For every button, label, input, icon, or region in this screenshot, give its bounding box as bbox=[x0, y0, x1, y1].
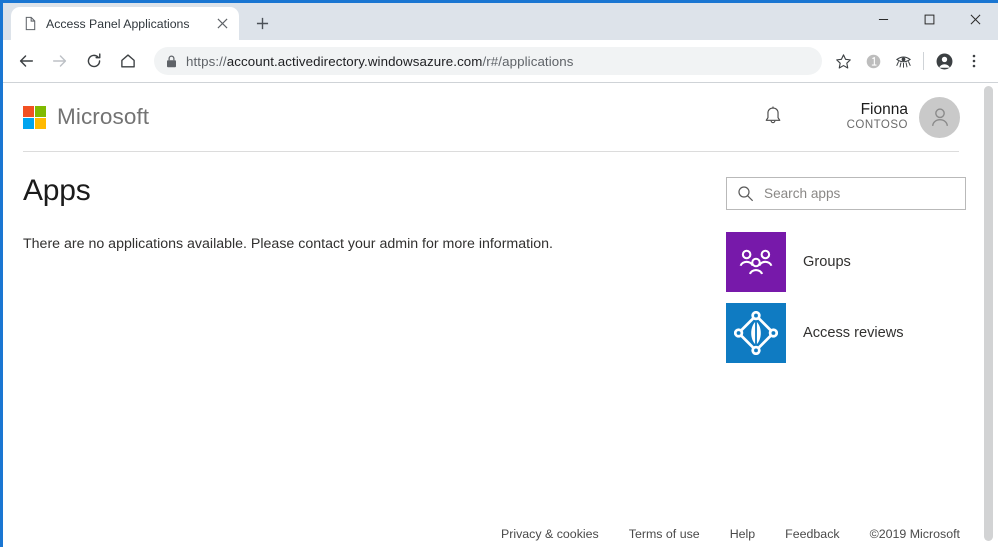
access-panel-page: Microsoft Fionna CONTOSO bbox=[3, 83, 998, 547]
tab-strip: Access Panel Applications bbox=[3, 3, 998, 40]
footer-link-privacy[interactable]: Privacy & cookies bbox=[501, 527, 599, 541]
apps-column: Apps There are no applications available… bbox=[20, 174, 726, 374]
tab-title: Access Panel Applications bbox=[46, 17, 205, 31]
browser-tab[interactable]: Access Panel Applications bbox=[11, 7, 239, 40]
more-vertical-icon[interactable] bbox=[959, 46, 989, 76]
footer-copyright: ©2019 Microsoft bbox=[870, 527, 960, 541]
footer-link-terms[interactable]: Terms of use bbox=[629, 527, 700, 541]
document-icon bbox=[23, 16, 38, 31]
tab-close-icon[interactable] bbox=[213, 15, 231, 33]
back-button[interactable] bbox=[9, 44, 43, 78]
tile-label: Access reviews bbox=[803, 325, 904, 341]
people-group-icon bbox=[726, 232, 786, 292]
bell-icon[interactable] bbox=[751, 95, 795, 139]
main-content: Apps There are no applications available… bbox=[20, 152, 966, 374]
address-bar[interactable]: https://account.activedirectory.windowsa… bbox=[154, 47, 822, 75]
reload-button[interactable] bbox=[77, 44, 111, 78]
tile-label: Groups bbox=[803, 254, 851, 270]
user-org: CONTOSO bbox=[847, 119, 908, 133]
window-controls bbox=[860, 3, 998, 35]
microsoft-logo[interactable]: Microsoft bbox=[23, 104, 149, 130]
new-tab-button[interactable] bbox=[247, 8, 277, 38]
eye-extension-icon[interactable] bbox=[888, 46, 918, 76]
star-icon[interactable] bbox=[828, 46, 858, 76]
azure-ad-diamond-icon bbox=[726, 303, 786, 363]
footer-link-help[interactable]: Help bbox=[730, 527, 755, 541]
empty-state-message: There are no applications available. Ple… bbox=[23, 236, 726, 252]
scrollbar-thumb[interactable] bbox=[984, 86, 993, 541]
url-scheme: https:// bbox=[186, 54, 227, 69]
avatar[interactable] bbox=[919, 97, 960, 138]
user-name: Fionna bbox=[847, 101, 908, 120]
tile-access-reviews[interactable]: Access reviews bbox=[726, 303, 966, 363]
page-viewport: Microsoft Fionna CONTOSO bbox=[3, 83, 998, 547]
forward-button[interactable] bbox=[43, 44, 77, 78]
header-right: Fionna CONTOSO bbox=[751, 95, 960, 139]
footer-link-feedback[interactable]: Feedback bbox=[785, 527, 839, 541]
user-text: Fionna CONTOSO bbox=[847, 101, 908, 133]
user-menu[interactable]: Fionna CONTOSO bbox=[847, 97, 960, 138]
profile-icon[interactable] bbox=[929, 46, 959, 76]
brand-name: Microsoft bbox=[57, 104, 149, 130]
minimize-button[interactable] bbox=[860, 3, 906, 35]
search-input[interactable] bbox=[764, 186, 955, 201]
page-scrollbar[interactable] bbox=[981, 83, 996, 547]
page-title: Apps bbox=[23, 174, 726, 209]
side-column: Groups bbox=[726, 174, 966, 374]
tile-groups[interactable]: Groups bbox=[726, 232, 966, 292]
browser-window: Access Panel Applications bbox=[0, 0, 998, 547]
url-text: https://account.activedirectory.windowsa… bbox=[186, 54, 574, 69]
search-icon bbox=[737, 185, 754, 202]
site-header: Microsoft Fionna CONTOSO bbox=[20, 83, 966, 151]
maximize-button[interactable] bbox=[906, 3, 952, 35]
lock-icon bbox=[166, 55, 177, 68]
close-button[interactable] bbox=[952, 3, 998, 35]
tile-list: Groups bbox=[726, 232, 966, 363]
url-host: account.activedirectory.windowsazure.com bbox=[227, 54, 483, 69]
browser-toolbar: https://account.activedirectory.windowsa… bbox=[3, 40, 998, 83]
site-footer: Privacy & cookies Terms of use Help Feed… bbox=[20, 527, 966, 541]
microsoft-squares-icon bbox=[23, 106, 46, 129]
circle-badge-icon[interactable] bbox=[858, 46, 888, 76]
url-path: /r#/applications bbox=[482, 54, 573, 69]
home-button[interactable] bbox=[111, 44, 145, 78]
search-box[interactable] bbox=[726, 177, 966, 210]
person-icon bbox=[927, 104, 953, 130]
toolbar-divider bbox=[923, 52, 924, 70]
